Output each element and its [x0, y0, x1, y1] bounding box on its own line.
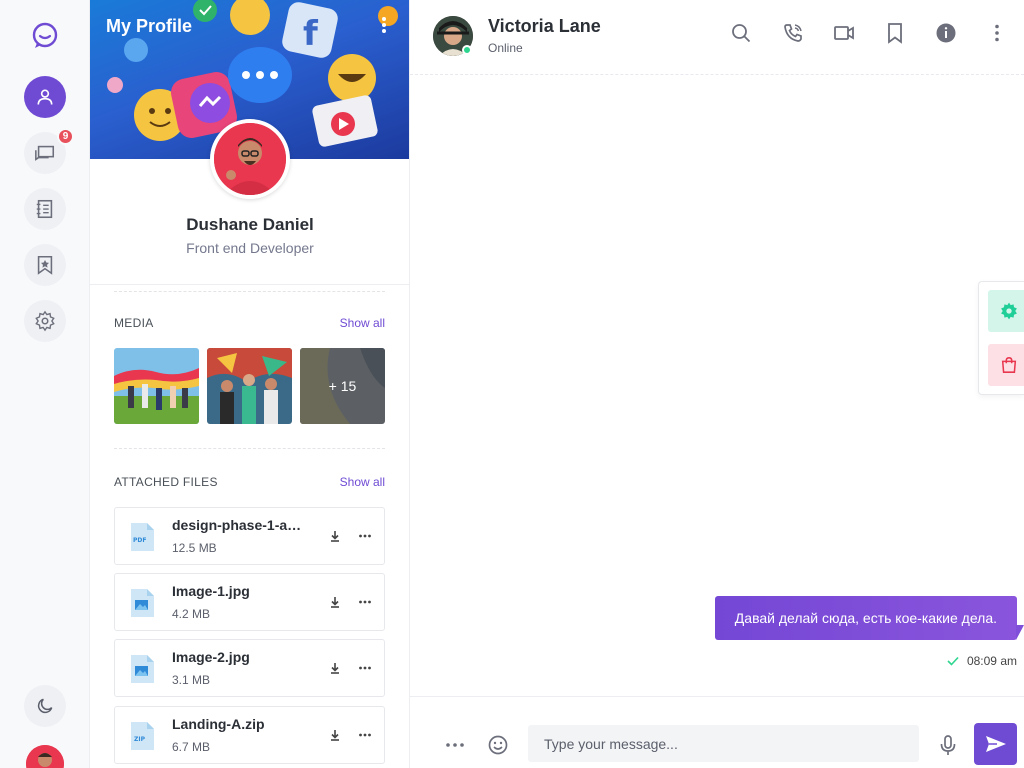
profile-name: Dushane Daniel [186, 215, 314, 234]
phone-call-icon[interactable] [782, 22, 804, 44]
file-item[interactable]: Image-2.jpg 3.1 MB [114, 639, 385, 697]
message-tail [1016, 625, 1024, 640]
info-icon[interactable] [935, 22, 957, 44]
bookmark-star-icon [37, 255, 53, 275]
file-size: 3.1 MB [172, 673, 211, 687]
message-composer [410, 696, 1024, 768]
contact-name[interactable]: Victoria Lane [488, 16, 601, 37]
send-icon [985, 736, 1006, 752]
file-item[interactable]: ZIP Landing-A.zip 6.7 MB [114, 706, 385, 764]
message-input[interactable] [528, 725, 919, 762]
svg-text:PDF: PDF [133, 537, 146, 544]
user-avatar[interactable] [26, 745, 64, 768]
more-vertical-icon [382, 17, 386, 33]
zip-file-icon: ZIP [131, 722, 154, 750]
file-name: Image-1.jpg [172, 583, 250, 599]
profile-menu-button[interactable] [381, 16, 387, 39]
more-horizontal-icon[interactable] [358, 528, 372, 544]
media-show-all-link[interactable]: Show all [340, 316, 385, 330]
pdf-file-icon: PDF [131, 523, 154, 551]
media-section-title: MEDIA [114, 316, 154, 330]
profile-panel: f My Profile Dushane Daniel Front end De… [90, 0, 410, 768]
chat-bubble-logo-icon[interactable] [29, 20, 61, 52]
download-icon[interactable] [328, 528, 342, 544]
nav-contacts-button[interactable] [24, 188, 66, 230]
chats-icon [35, 145, 55, 161]
file-item[interactable]: PDF design-phase-1-approved.pdf 12.5 MB [114, 507, 385, 565]
profile-role: Front end Developer [186, 240, 314, 256]
file-name: Image-2.jpg [172, 649, 250, 665]
image-file-icon [131, 655, 154, 683]
unread-chats-badge: 9 [57, 128, 74, 145]
file-size: 4.2 MB [172, 607, 211, 621]
search-icon[interactable] [730, 22, 752, 44]
microphone-icon[interactable] [937, 734, 959, 756]
file-size: 6.7 MB [172, 740, 211, 754]
sent-message-bubble[interactable]: Давай делай сюда, есть кое-какие дела. [714, 596, 1017, 640]
more-horizontal-icon[interactable] [358, 660, 372, 676]
user-icon [37, 89, 53, 105]
files-show-all-link[interactable]: Show all [340, 475, 385, 489]
send-button[interactable] [974, 723, 1017, 765]
nav-bookmarks-button[interactable] [24, 244, 66, 286]
video-call-icon[interactable] [833, 22, 855, 44]
more-horizontal-icon[interactable] [444, 734, 466, 756]
moon-icon [37, 698, 53, 714]
files-section-header: ATTACHED FILES Show all [114, 475, 385, 489]
image-file-icon [131, 589, 154, 617]
check-icon [947, 656, 959, 666]
svg-text:f: f [303, 14, 319, 54]
profile-avatar [210, 119, 290, 199]
message-meta: 08:09 am [947, 654, 1017, 668]
file-name: Landing-A.zip [172, 716, 265, 732]
more-horizontal-icon[interactable] [358, 727, 372, 743]
more-horizontal-icon[interactable] [358, 594, 372, 610]
contacts-icon [36, 199, 53, 219]
download-icon[interactable] [328, 594, 342, 610]
media-more-count: + 15 [328, 378, 357, 394]
media-section-header: MEDIA Show all [114, 316, 385, 330]
divider [114, 291, 385, 292]
files-section-title: ATTACHED FILES [114, 475, 218, 489]
floating-widget [978, 281, 1024, 395]
file-item[interactable]: Image-1.jpg 4.2 MB [114, 573, 385, 631]
divider [114, 448, 385, 449]
bookmark-icon[interactable] [884, 22, 906, 44]
nav-profile-button[interactable] [24, 76, 66, 118]
settings-widget-button[interactable] [988, 290, 1024, 332]
file-size: 12.5 MB [172, 541, 217, 555]
media-thumbnail[interactable] [207, 348, 292, 424]
cart-widget-button[interactable] [988, 344, 1024, 386]
download-icon[interactable] [328, 727, 342, 743]
profile-panel-title: My Profile [106, 16, 193, 36]
nav-settings-button[interactable] [24, 300, 66, 342]
theme-toggle-button[interactable] [24, 685, 66, 727]
svg-text:ZIP: ZIP [134, 736, 146, 743]
contact-status: Online [488, 41, 523, 55]
media-more-thumbnail[interactable]: + 15 [300, 348, 385, 424]
message-time: 08:09 am [966, 654, 1017, 668]
chat-header: Victoria Lane Online [410, 0, 1024, 75]
chat-conversation: Victoria Lane Online Давай делай сюда, е… [410, 0, 1024, 768]
gear-icon [1001, 302, 1017, 320]
gear-icon [35, 310, 55, 332]
sidebar-rail: 9 [0, 0, 90, 768]
online-status-dot [462, 45, 472, 55]
emoji-icon[interactable] [487, 734, 509, 756]
more-vertical-icon[interactable] [986, 22, 1008, 44]
media-thumbnail[interactable] [114, 348, 199, 424]
file-name: design-phase-1-approved.pdf [172, 517, 308, 533]
shopping-bag-icon [1001, 357, 1017, 373]
divider [90, 284, 409, 285]
download-icon[interactable] [328, 660, 342, 676]
